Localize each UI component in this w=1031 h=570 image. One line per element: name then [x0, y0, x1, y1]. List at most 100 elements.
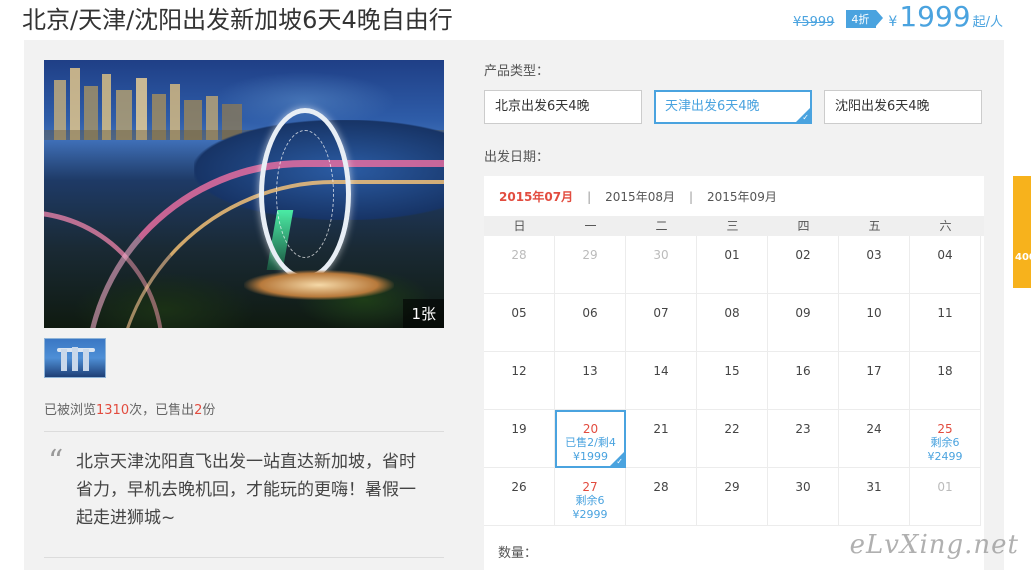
calendar-day[interactable]: 16 [768, 352, 839, 410]
calendar-day[interactable]: 21 [626, 410, 697, 468]
day-number: 04 [937, 248, 953, 262]
calendar-day[interactable]: 25 剩余6 ¥2499 [910, 410, 981, 468]
calendar-day[interactable]: 09 [768, 294, 839, 352]
day-number: 27 [582, 480, 598, 494]
day-number: 17 [866, 364, 882, 378]
month-tab[interactable]: 2015年07月 [499, 188, 573, 205]
day-number: 20 [582, 422, 599, 436]
calendar-day[interactable]: 03 [839, 236, 910, 294]
day-number: 22 [724, 422, 740, 436]
calendar-day[interactable]: 19 [484, 410, 555, 468]
calendar-day[interactable]: 15 [697, 352, 768, 410]
day-number: 25 [937, 422, 953, 436]
calendar-day[interactable]: 05 [484, 294, 555, 352]
calendar-day[interactable]: 28 [626, 468, 697, 526]
views-suffix: 次，已售出 [129, 403, 195, 418]
day-number: 24 [866, 422, 882, 436]
calendar-day[interactable]: 26 [484, 468, 555, 526]
month-separator: | [587, 190, 592, 204]
day-number: 14 [653, 364, 669, 378]
side-floating-tab[interactable] [1013, 176, 1031, 288]
weekday-label: 日 [513, 219, 526, 233]
calendar-day[interactable]: 07 [626, 294, 697, 352]
day-number: 29 [724, 480, 740, 494]
day-number: 30 [653, 248, 669, 262]
day-number: 23 [795, 422, 811, 436]
day-availability: ¥1999 [573, 450, 608, 463]
calendar-day[interactable]: 08 [697, 294, 768, 352]
day-number: 09 [795, 306, 811, 320]
calendar-day[interactable]: 22 [697, 410, 768, 468]
day-number: 07 [653, 306, 669, 320]
calendar-day[interactable]: 04 [910, 236, 981, 294]
product-description: 北京天津沈阳直飞出发一站直达新加坡，省时省力，早机去晚机回，才能玩的更嗨！暑假一… [76, 452, 416, 528]
calendar-day[interactable]: 29 [697, 468, 768, 526]
day-number: 18 [937, 364, 953, 378]
day-number: 21 [653, 422, 669, 436]
product-type-option[interactable]: 天津出发6天4晚 ✓ [654, 90, 812, 124]
calendar-day[interactable]: 02 [768, 236, 839, 294]
product-type-label: 产品类型： [484, 64, 550, 79]
page: 北京/天津/沈阳出发新加坡6天4晚自由行 ¥5999 4折 ¥ 1999 起/人 [0, 0, 1031, 570]
month-tab[interactable]: 2015年09月 [707, 188, 777, 205]
calendar-day[interactable]: 17 [839, 352, 910, 410]
day-number: 01 [937, 480, 953, 494]
day-number: 16 [795, 364, 811, 378]
day-number: 06 [582, 306, 598, 320]
calendar-day[interactable]: 11 [910, 294, 981, 352]
calendar-day[interactable]: 30 [768, 468, 839, 526]
original-price: ¥5999 [793, 15, 835, 30]
day-number: 12 [511, 364, 527, 378]
calendar-day[interactable]: 23 [768, 410, 839, 468]
calendar-day: 01 [910, 468, 981, 526]
weekday-label: 五 [868, 219, 881, 233]
calendar-day[interactable]: 01 [697, 236, 768, 294]
calendar-day[interactable]: 10 [839, 294, 910, 352]
day-availability: 剩余6 [575, 494, 605, 507]
day-number: 11 [937, 306, 953, 320]
image-count-badge: 1张 [403, 299, 444, 328]
day-number: 02 [795, 248, 811, 262]
watermark-logo: eLvXing.net [849, 530, 1019, 560]
day-number: 31 [866, 480, 882, 494]
day-availability: ¥2999 [572, 508, 608, 521]
ferris-wheel-cabins [276, 130, 334, 258]
day-number: 03 [866, 248, 882, 262]
calendar-day[interactable]: 24 [839, 410, 910, 468]
product-panel: 1张 已被浏览1310次，已售出2份 “ 北京天津沈阳直飞出发一站直达新加坡，省… [24, 40, 1004, 570]
calendar-day[interactable]: 12 [484, 352, 555, 410]
day-number: 28 [511, 248, 527, 262]
thumbnail-tower [61, 349, 67, 371]
views-count: 1310 [96, 403, 130, 418]
calendar-day[interactable]: 06 [555, 294, 626, 352]
calendar-day[interactable]: 18 [910, 352, 981, 410]
weekday-label: 四 [797, 219, 810, 233]
thumbnail-image[interactable] [44, 338, 106, 378]
thumbnail-tower [83, 349, 89, 371]
sold-suffix: 份 [202, 403, 216, 418]
day-number: 13 [582, 364, 598, 378]
weekday-label: 一 [584, 219, 597, 233]
day-availability: 剩余6 [930, 436, 960, 449]
calendar-day[interactable]: 27 剩余6 ¥2999 [555, 468, 626, 526]
calendar-day[interactable]: 20 已售2/剩4 ¥1999 ✓ [555, 410, 626, 468]
divider [44, 431, 444, 432]
weekday-label: 六 [939, 219, 952, 233]
calendar-day[interactable]: 14 [626, 352, 697, 410]
views-prefix: 已被浏览 [44, 403, 97, 418]
departure-calendar: 2015年07月 | 2015年08月 | 2015年09月 日 一 二 三 四 五 六 28 29 3… [484, 176, 984, 570]
calendar-day[interactable]: 31 [839, 468, 910, 526]
day-number: 30 [795, 480, 811, 494]
product-type-option-label: 天津出发6天4晚 [665, 99, 760, 114]
thumbnail-tower [72, 347, 78, 371]
product-type-option[interactable]: 北京出发6天4晚 [484, 90, 642, 124]
day-number: 10 [866, 306, 882, 320]
main-product-image[interactable]: 1张 [44, 60, 444, 328]
month-tab[interactable]: 2015年08月 [605, 188, 675, 205]
price-unit: 起/人 [972, 15, 1003, 30]
calendar-day[interactable]: 13 [555, 352, 626, 410]
product-type-option[interactable]: 沈阳出发6天4晚 [824, 90, 982, 124]
discount-badge: 4折 [846, 10, 884, 28]
day-availability: 已售2/剩4 [565, 436, 616, 449]
weekday-header: 日一二三四五六 [484, 216, 984, 236]
